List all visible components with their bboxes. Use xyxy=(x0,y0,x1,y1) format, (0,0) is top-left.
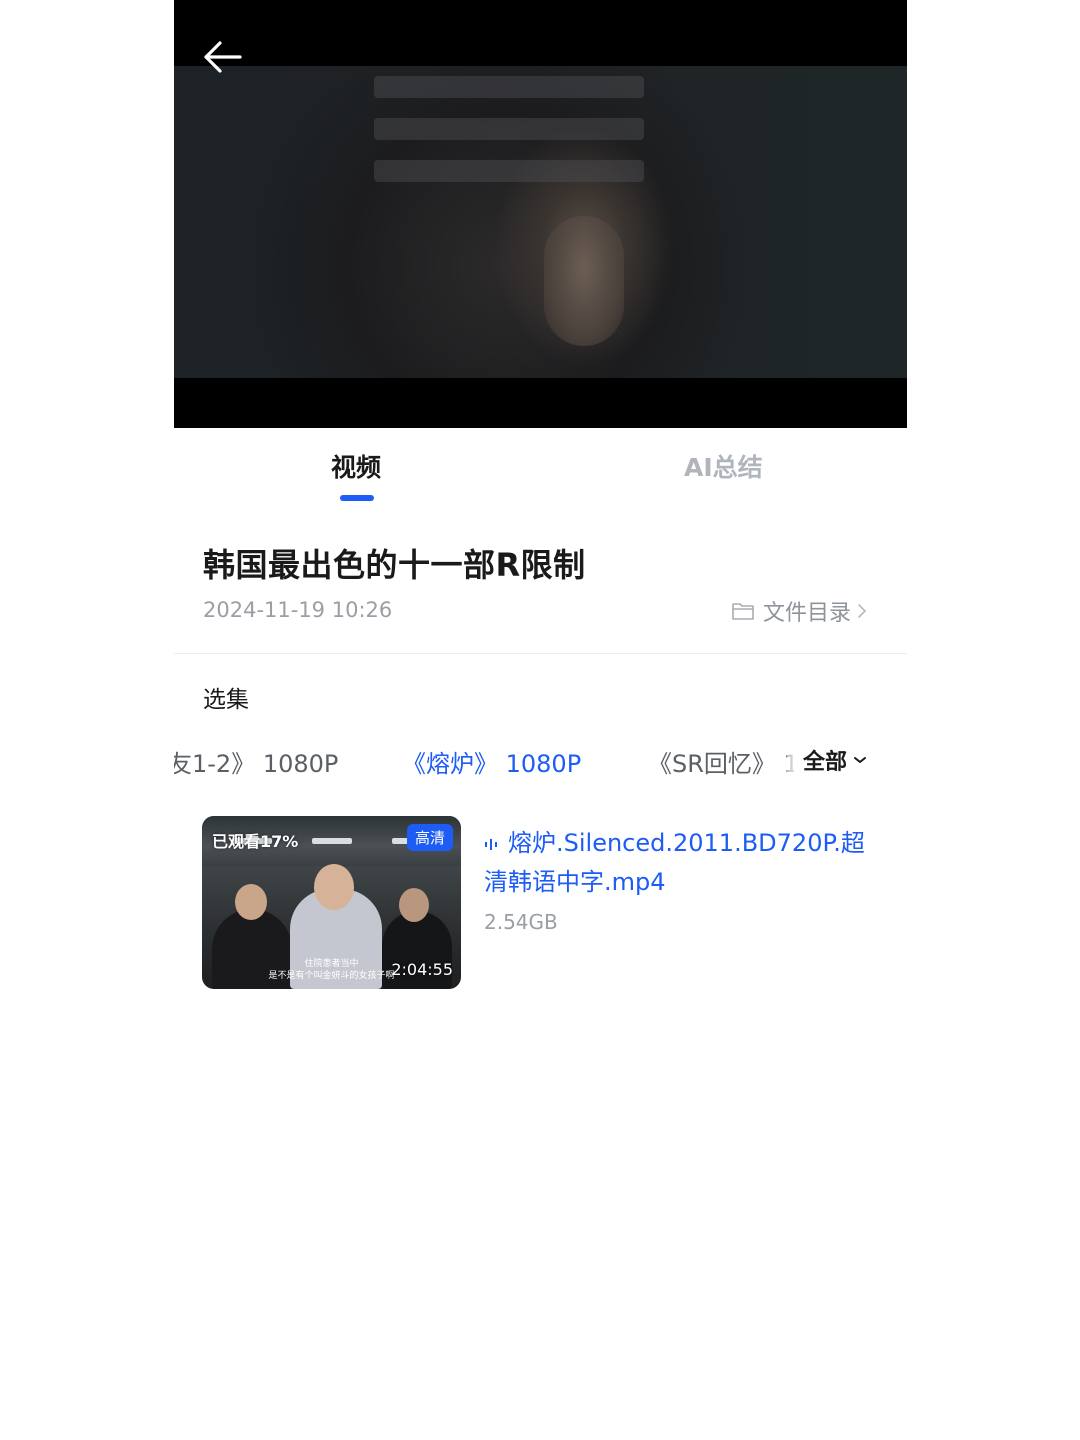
chevron-down-icon xyxy=(854,757,867,763)
frame-stripe xyxy=(374,160,644,182)
file-name[interactable]: 熔炉.Silenced.2011.BD720P.超清韩语中字.mp4 xyxy=(484,824,874,901)
frame-hand xyxy=(544,216,624,346)
tab-active-indicator xyxy=(340,495,374,501)
thumb-person-head xyxy=(314,864,354,910)
watched-progress-badge: 已观看17% xyxy=(212,832,299,851)
playing-indicator-icon xyxy=(484,825,500,863)
thumb-person-head xyxy=(235,884,267,920)
episode-scroller[interactable]: 友1-2》 1080P 《熔炉》 1080P 《SR回忆》 1080P xyxy=(174,738,794,782)
video-thumbnail[interactable]: 已观看17% 高清 住院患者当中 是不是有个叫金妍斗的女孩子啊 2:04:55 xyxy=(202,816,461,989)
app-screen: 视频 AI总结 韩国最出色的十一部R限制 2024-11-19 10:26 文件… xyxy=(174,0,907,1440)
page: 视频 AI总结 韩国最出色的十一部R限制 2024-11-19 10:26 文件… xyxy=(0,0,1080,1440)
video-player[interactable] xyxy=(174,0,907,428)
divider xyxy=(174,653,907,654)
file-name-text: 熔炉.Silenced.2011.BD720P.超清韩语中字.mp4 xyxy=(484,829,865,896)
file-directory-label: 文件目录 xyxy=(763,601,852,626)
arrow-left-icon xyxy=(204,41,242,73)
chevron-right-icon xyxy=(858,604,867,618)
video-title: 韩国最出色的十一部R限制 xyxy=(203,546,586,584)
episode-item-active[interactable]: 《熔炉》 1080P xyxy=(402,744,581,779)
file-directory-link[interactable]: 文件目录 xyxy=(731,596,867,626)
frame-stripe xyxy=(374,76,644,98)
episode-item[interactable]: 《SR回忆》 1080P xyxy=(648,744,794,779)
episode-item[interactable]: 友1-2》 1080P xyxy=(174,744,338,779)
video-frame[interactable] xyxy=(174,66,907,378)
file-size: 2.54GB xyxy=(484,910,558,934)
quality-badge: 高清 xyxy=(406,824,453,851)
frame-stripe xyxy=(374,118,644,140)
thumb-light xyxy=(312,838,352,844)
all-episodes-label: 全部 xyxy=(803,750,848,775)
tab-video[interactable]: 视频 xyxy=(331,448,381,484)
back-button[interactable] xyxy=(200,36,244,80)
episodes-section-label: 选集 xyxy=(203,687,249,713)
tab-bar: 视频 AI总结 xyxy=(174,428,907,508)
video-duration: 2:04:55 xyxy=(391,960,453,979)
video-date: 2024-11-19 10:26 xyxy=(203,598,393,622)
tab-ai-summary[interactable]: AI总结 xyxy=(684,448,763,484)
file-list-item[interactable]: 已观看17% 高清 住院患者当中 是不是有个叫金妍斗的女孩子啊 2:04:55 … xyxy=(202,816,882,990)
all-episodes-button[interactable]: 全部 xyxy=(787,738,868,782)
folder-icon xyxy=(732,603,754,620)
thumb-person-head xyxy=(399,888,429,922)
